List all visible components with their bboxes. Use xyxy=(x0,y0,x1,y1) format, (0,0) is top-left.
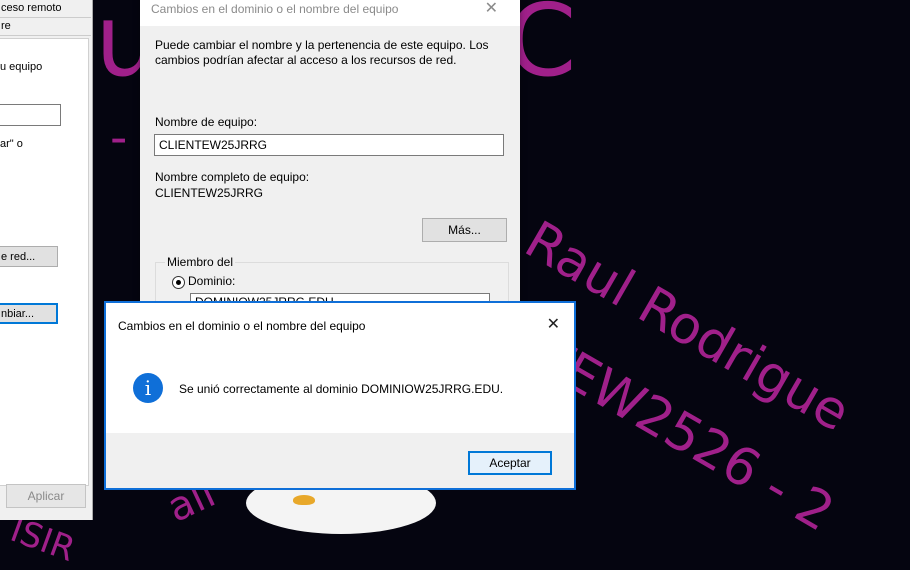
wallpaper-dash: - xyxy=(110,110,128,166)
dialog-description: Puede cambiar el nombre y la pertenencia… xyxy=(155,38,489,67)
information-icon: i xyxy=(133,373,163,403)
system-properties-window: ceso remoto re u equipo ar" o e red... n… xyxy=(0,0,93,520)
tab-hardware[interactable]: re xyxy=(0,18,91,36)
computer-name-input[interactable]: CLIENTEW25JRRG xyxy=(154,134,504,156)
change-button[interactable]: nbiar... xyxy=(0,303,58,324)
tab-remote-access[interactable]: ceso remoto xyxy=(0,0,91,18)
description-text: u equipo xyxy=(0,61,43,73)
penguin-beak xyxy=(293,495,315,505)
dialog-title: Cambios en el dominio o el nombre del eq… xyxy=(151,2,399,16)
member-of-label: Miembro del xyxy=(165,255,236,269)
full-name-value: CLIENTEW25JRRG xyxy=(155,186,264,200)
domain-radio[interactable] xyxy=(172,276,185,289)
network-id-button[interactable]: e red... xyxy=(0,246,58,267)
message-text: Se unió correctamente al dominio DOMINIO… xyxy=(179,382,504,396)
close-icon[interactable]: ✕ xyxy=(485,0,498,18)
success-message-box: Cambios en el dominio o el nombre del eq… xyxy=(104,301,576,490)
ok-button[interactable]: Aceptar xyxy=(468,451,552,475)
dialog-title-bar: Cambios en el dominio o el nombre del eq… xyxy=(140,0,520,26)
computer-description-input[interactable] xyxy=(0,104,61,126)
instruction-text: ar" o xyxy=(0,138,23,150)
close-icon[interactable]: ✕ xyxy=(547,314,560,334)
message-box-footer: Aceptar xyxy=(106,433,574,488)
name-changes-dialog: Cambios en el dominio o el nombre del eq… xyxy=(140,0,520,324)
apply-button[interactable]: Aplicar xyxy=(6,484,86,508)
full-name-label: Nombre completo de equipo: xyxy=(155,170,310,184)
message-box-title: Cambios en el dominio o el nombre del eq… xyxy=(118,319,366,333)
computer-name-label: Nombre de equipo: xyxy=(155,115,258,129)
more-button[interactable]: Más... xyxy=(422,218,507,242)
tab-panel: u equipo ar" o e red... nbiar... xyxy=(0,38,89,486)
domain-radio-label: Dominio: xyxy=(188,274,236,288)
